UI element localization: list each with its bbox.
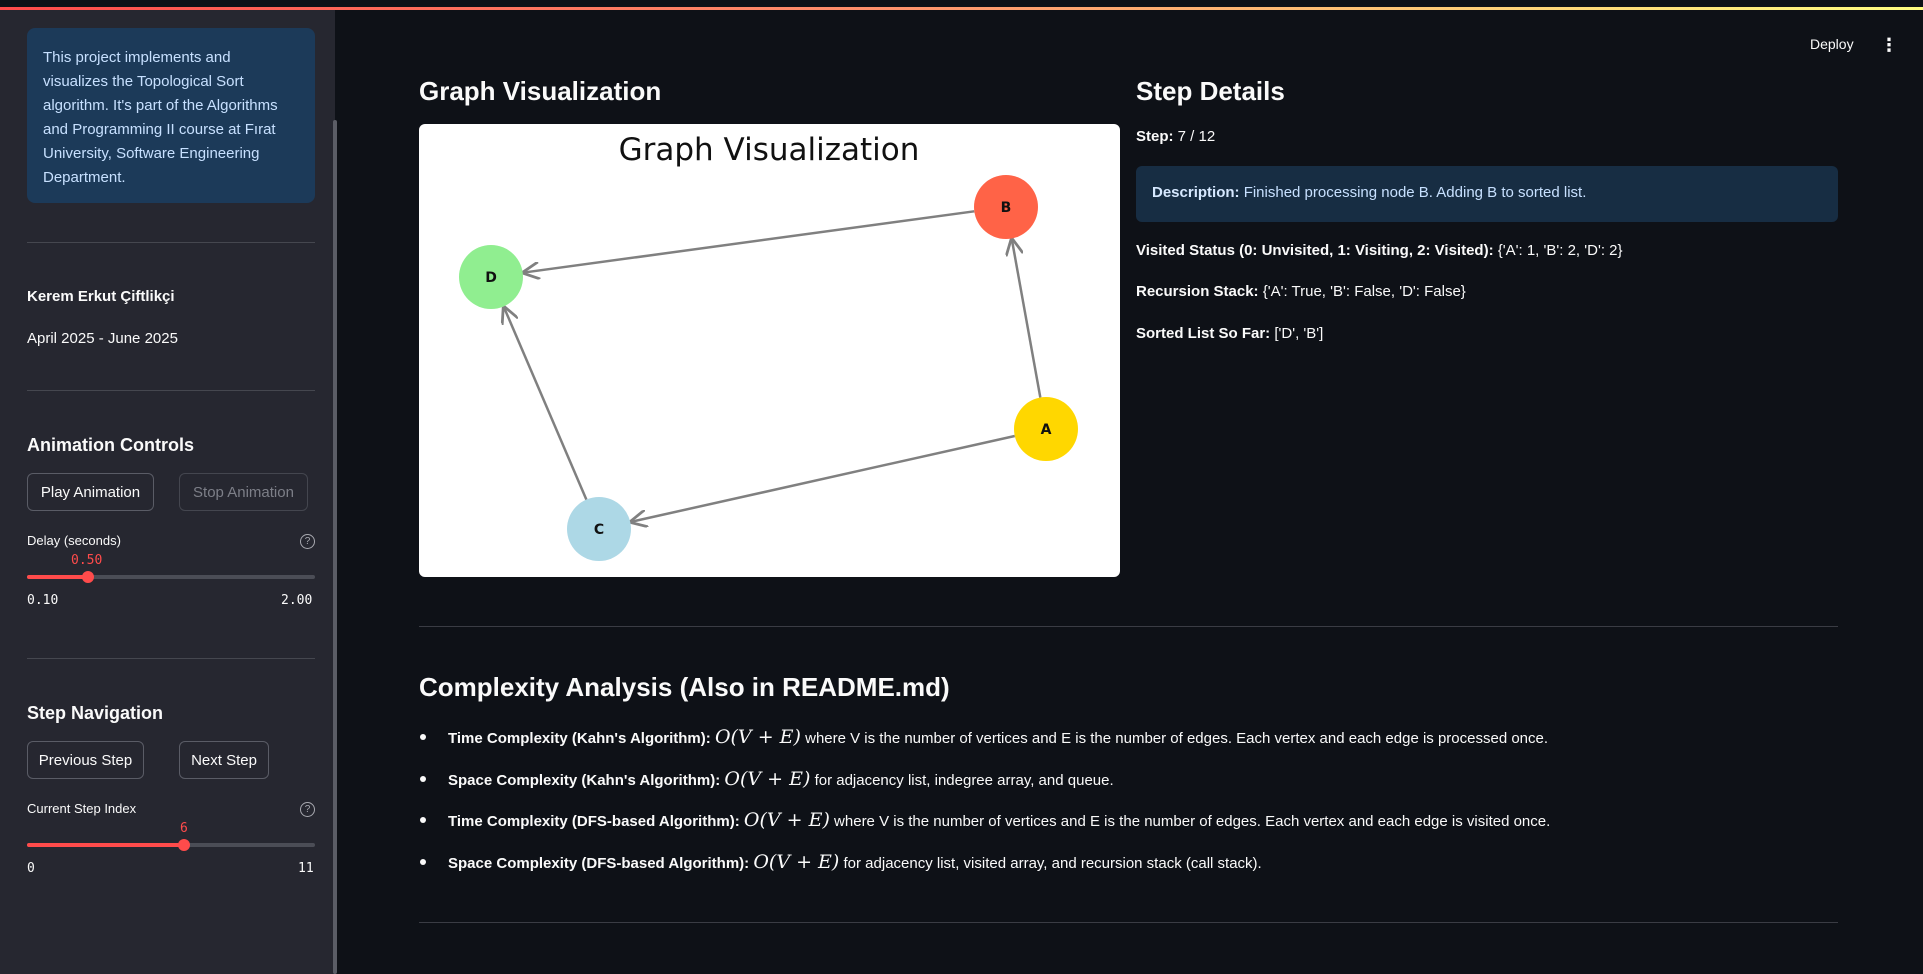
delay-slider-fill <box>27 575 88 579</box>
complexity-label: Space Complexity (DFS-based Algorithm): <box>448 855 750 872</box>
step-navigation-heading: Step Navigation <box>27 703 164 723</box>
sidebar-divider <box>27 390 315 391</box>
recursion-stack: Recursion Stack: {'A': True, 'B': False,… <box>1136 283 1466 300</box>
complexity-formula: O(V + E) <box>724 768 811 790</box>
next-step-button[interactable]: Next Step <box>179 741 269 779</box>
sidebar: This project implements and visualizes t… <box>0 10 335 974</box>
sorted-label: Sorted List So Far: <box>1136 325 1271 342</box>
complexity-text: for adjacency list, indegree array, and … <box>814 772 1114 789</box>
author-name: Kerem Erkut Çiftlikçi <box>27 288 175 305</box>
node-label-C: C <box>594 522 604 538</box>
section-divider <box>419 626 1838 627</box>
node-label-D: D <box>485 270 497 286</box>
step-index-slider-label: Current Step Index <box>27 801 137 816</box>
step-index-slider-min: 0 <box>27 861 35 876</box>
animation-controls-heading: Animation Controls <box>27 435 194 455</box>
play-animation-button[interactable]: Play Animation <box>27 473 154 511</box>
figure-title: Graph Visualization <box>619 132 920 168</box>
sorted-list: Sorted List So Far: ['D', 'B'] <box>1136 325 1323 342</box>
visited-label: Visited Status (0: Unvisited, 1: Visitin… <box>1136 242 1494 259</box>
bullet-dot <box>420 859 426 865</box>
step-index-slider[interactable] <box>27 839 315 851</box>
complexity-item: Space Complexity (DFS-based Algorithm): … <box>448 851 1262 873</box>
deploy-button[interactable]: Deploy <box>1810 36 1854 52</box>
step-counter: Step: 7 / 12 <box>1136 128 1215 145</box>
delay-slider[interactable] <box>27 571 315 583</box>
complexity-text: where V is the number of vertices and E … <box>834 813 1551 830</box>
step-index-slider-fill <box>27 843 185 847</box>
help-icon[interactable]: ? <box>300 802 315 817</box>
complexity-text: where V is the number of vertices and E … <box>805 730 1549 747</box>
complexity-item: Space Complexity (Kahn's Algorithm): O(V… <box>448 768 1114 790</box>
visited-status: Visited Status (0: Unvisited, 1: Visitin… <box>1136 242 1623 259</box>
step-index-slider-max: 11 <box>298 861 314 876</box>
edge-A-B <box>1012 239 1042 398</box>
help-icon[interactable]: ? <box>300 534 315 549</box>
step-details-title: Step Details <box>1136 76 1285 106</box>
sorted-value: ['D', 'B'] <box>1274 325 1324 342</box>
description-value: Finished processing node B. Adding B to … <box>1243 184 1587 201</box>
complexity-formula: O(V + E) <box>714 726 801 748</box>
complexity-item: Time Complexity (DFS-based Algorithm): O… <box>448 809 1550 831</box>
complexity-label: Time Complexity (Kahn's Algorithm): <box>448 730 711 747</box>
complexity-formula: O(V + E) <box>753 851 840 873</box>
graph-nodes: A B C D <box>459 175 1078 561</box>
complexity-title: Complexity Analysis (Also in README.md) <box>419 672 950 702</box>
delay-slider-min: 0.10 <box>27 593 59 608</box>
complexity-label: Space Complexity (Kahn's Algorithm): <box>448 772 721 789</box>
description-label: Description: <box>1152 184 1240 201</box>
complexity-formula: O(V + E) <box>743 809 830 831</box>
node-label-A: A <box>1041 422 1052 438</box>
graph-figure: Graph Visualization A B C D <box>419 124 1120 577</box>
bullet-dot <box>420 776 426 782</box>
stop-animation-button[interactable]: Stop Animation <box>179 473 308 511</box>
section-divider <box>419 922 1838 923</box>
sidebar-scrollbar[interactable] <box>333 120 337 974</box>
edge-A-C <box>631 434 1016 522</box>
complexity-label: Time Complexity (DFS-based Algorithm): <box>448 813 740 830</box>
graph-edges <box>504 210 1042 522</box>
step-label: Step: <box>1136 128 1174 145</box>
stack-value: {'A': True, 'B': False, 'D': False} <box>1262 283 1466 300</box>
step-value: 7 / 12 <box>1177 128 1216 145</box>
sidebar-divider <box>27 242 315 243</box>
edge-C-D <box>504 307 588 501</box>
delay-slider-max: 2.00 <box>281 593 313 608</box>
delay-slider-label: Delay (seconds) <box>27 533 121 548</box>
complexity-text: for adjacency list, visited array, and r… <box>843 855 1262 872</box>
visited-value: {'A': 1, 'B': 2, 'D': 2} <box>1497 242 1623 259</box>
node-label-B: B <box>1001 200 1012 216</box>
sidebar-divider <box>27 658 315 659</box>
delay-slider-thumb[interactable] <box>81 571 94 583</box>
bullet-dot <box>420 734 426 740</box>
graph-svg: Graph Visualization A B C D <box>459 132 1078 561</box>
complexity-item: Time Complexity (Kahn's Algorithm): O(V … <box>448 726 1548 748</box>
description-box: Description: Finished processing node B.… <box>1136 166 1838 222</box>
bullet-dot <box>420 817 426 823</box>
graph-section-title: Graph Visualization <box>419 76 662 106</box>
step-index-slider-value: 6 <box>180 821 188 836</box>
kebab-menu-icon[interactable]: ⋮ <box>1880 35 1898 56</box>
delay-slider-value: 0.50 <box>71 553 103 568</box>
stack-label: Recursion Stack: <box>1136 283 1259 300</box>
step-index-slider-thumb[interactable] <box>178 839 191 851</box>
project-dates: April 2025 - June 2025 <box>27 330 178 347</box>
previous-step-button[interactable]: Previous Step <box>27 741 144 779</box>
edge-B-D <box>524 210 975 272</box>
about-info-box: This project implements and visualizes t… <box>27 28 315 203</box>
